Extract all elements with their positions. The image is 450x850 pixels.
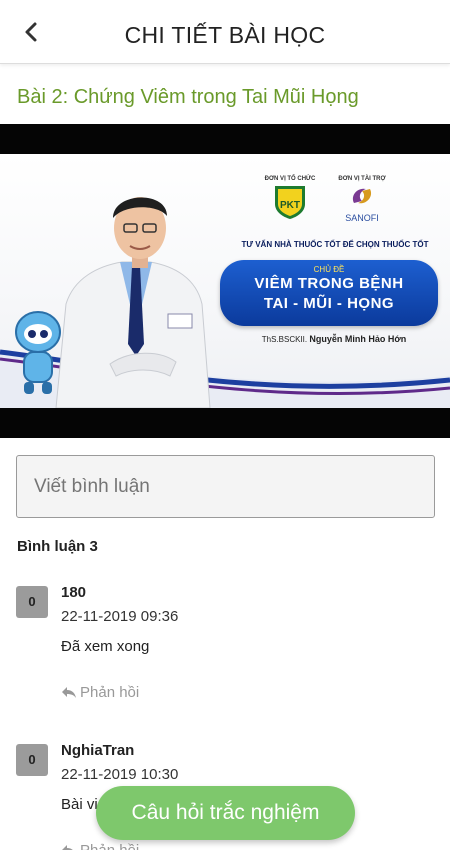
comment-badge: 0: [16, 586, 48, 618]
app-header: CHI TIẾT BÀI HỌC: [0, 0, 450, 64]
presenter-title: ThS.BSCKII.: [261, 335, 308, 344]
comment-author: NghiaTran: [61, 742, 135, 759]
comment-badge: 0: [16, 744, 48, 776]
page-title: CHI TIẾT BÀI HỌC: [124, 22, 326, 48]
reply-button[interactable]: Phản hồi: [61, 842, 139, 850]
video-tagline: TƯ VẤN NHÀ THUỐC TỐT ĐỂ CHỌN THUỐC TỐT: [241, 240, 429, 249]
sponsor-logo: [352, 188, 372, 204]
reply-label: Phản hồi: [80, 842, 139, 850]
quiz-button[interactable]: Câu hỏi trắc nghiệm: [96, 786, 355, 840]
organizer-block: ĐƠN VỊ TỔ CHỨC PKT: [262, 176, 318, 225]
comment-timestamp: 22-11-2019 10:30: [61, 766, 179, 783]
reply-icon: [62, 845, 73, 850]
organizer-caption: ĐƠN VỊ TỔ CHỨC: [264, 176, 316, 182]
comment-body: Bài vi: [61, 796, 98, 813]
topic-label: CHỦ ĐỀ: [313, 265, 345, 274]
sponsor-name: SANOFI: [345, 213, 379, 223]
topic-banner: CHỦ ĐỀ VIÊM TRONG BỆNH TAI - MŨI - HỌNG: [220, 260, 438, 326]
presenter-credit: ThS.BSCKII. Nguyễn Minh Hảo Hớn: [225, 334, 443, 344]
comments-count: Bình luận 3: [17, 538, 98, 555]
comment-timestamp: 22-11-2019 09:36: [61, 608, 179, 625]
reply-button[interactable]: Phản hồi: [61, 684, 139, 701]
organizer-logo-text: PKT: [280, 200, 300, 211]
reply-label: Phản hồi: [80, 684, 140, 701]
comment-body: Đã xem xong: [61, 638, 150, 655]
comment-input[interactable]: [16, 455, 435, 518]
video-thumbnail: ĐƠN VỊ TỔ CHỨC PKT ĐƠN VỊ TÀI TRỢ SANOFI…: [0, 154, 450, 408]
presenter-name: Nguyễn Minh Hảo Hớn: [309, 334, 407, 344]
sponsor-caption: ĐƠN VỊ TÀI TRỢ: [338, 176, 386, 182]
topic-line-1: VIÊM TRONG BỆNH: [254, 275, 404, 292]
reply-icon: [62, 687, 76, 698]
topic-line-2: TAI - MŨI - HỌNG: [263, 295, 395, 312]
lesson-title: Bài 2: Chứng Viêm trong Tai Mũi Họng: [17, 86, 359, 108]
comment-item: 0 180 22-11-2019 09:36 Đã xem xong Phản …: [16, 584, 436, 706]
mascot-robot: [15, 311, 61, 394]
video-player[interactable]: ĐƠN VỊ TỔ CHỨC PKT ĐƠN VỊ TÀI TRỢ SANOFI…: [0, 124, 450, 438]
comment-author: 180: [61, 584, 87, 601]
sponsor-block: ĐƠN VỊ TÀI TRỢ SANOFI: [334, 176, 390, 223]
